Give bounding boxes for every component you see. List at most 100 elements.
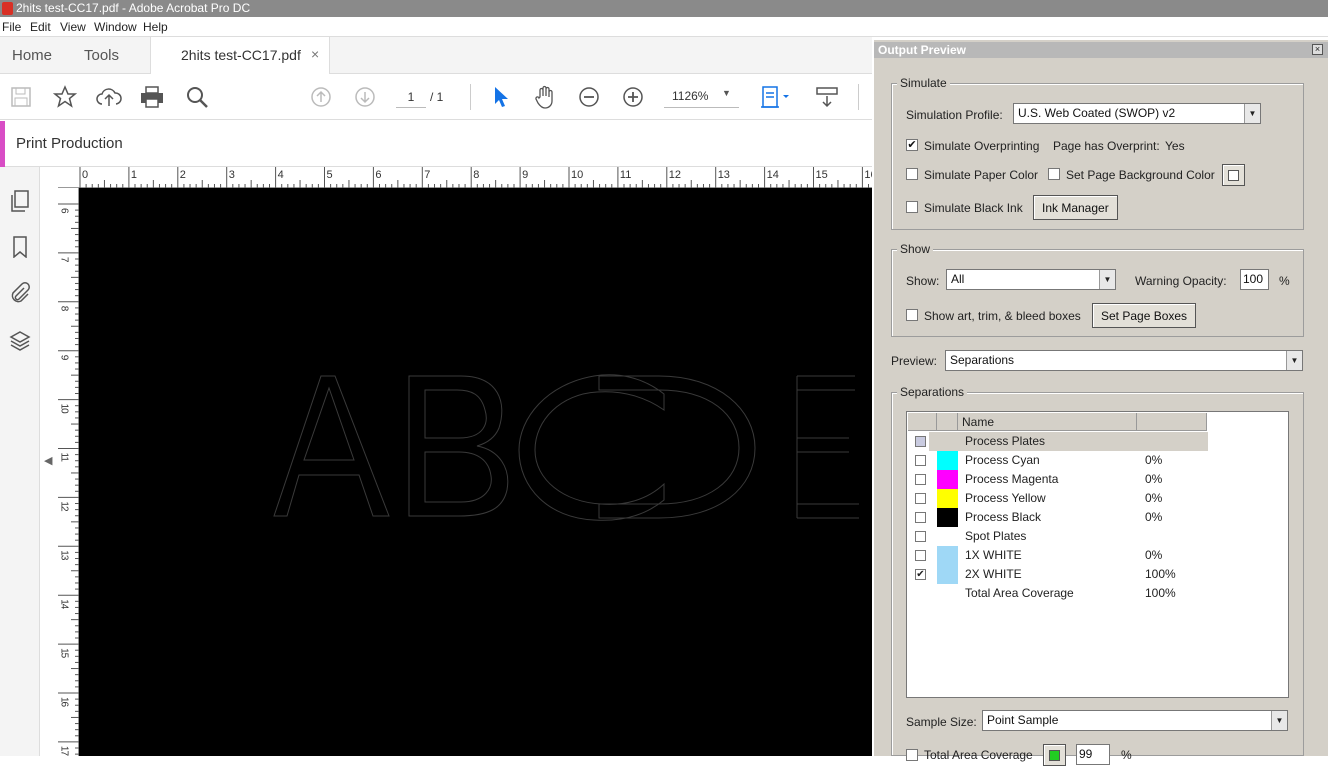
show-boxes-label: Show art, trim, & bleed boxes (924, 309, 1081, 323)
tab-home[interactable]: Home (12, 47, 52, 64)
menu-file[interactable]: File (2, 20, 21, 34)
ruler-label: 10 (571, 169, 583, 181)
collapse-panel-icon[interactable]: ◀ (44, 454, 52, 467)
save-icon[interactable] (6, 82, 36, 112)
separation-checkbox[interactable] (915, 455, 926, 466)
preview-select[interactable]: Separations ▼ (945, 350, 1303, 371)
document-canvas[interactable] (79, 188, 872, 756)
page-thumbnails-icon[interactable] (8, 189, 32, 213)
simulate-overprinting-checkbox[interactable]: ✔ (906, 139, 918, 151)
page-display-icon[interactable] (756, 82, 792, 112)
separation-row[interactable]: Process Black 0% (907, 508, 1288, 527)
menu-view[interactable]: View (60, 20, 86, 34)
bookmarks-icon[interactable] (8, 235, 32, 259)
hand-tool-icon[interactable] (530, 82, 560, 112)
close-dialog-icon[interactable]: × (1312, 44, 1323, 55)
next-page-icon[interactable] (350, 82, 380, 112)
bookmark-star-icon[interactable] (50, 82, 80, 112)
total-area-coverage-label: Total Area Coverage (924, 748, 1033, 762)
page-background-color-swatch[interactable] (1222, 164, 1245, 186)
simulate-black-ink-checkbox[interactable] (906, 201, 918, 213)
ink-manager-button[interactable]: Ink Manager (1033, 195, 1118, 220)
ruler-label: 16 (59, 697, 70, 708)
separation-row[interactable]: Process Yellow 0% (907, 489, 1288, 508)
tab-document[interactable]: 2hits test-CC17.pdf × (150, 37, 330, 74)
attachments-icon[interactable] (8, 281, 32, 305)
scroll-mode-icon[interactable] (812, 82, 842, 112)
separation-checkbox[interactable] (915, 550, 926, 561)
document-tab-label: 2hits test-CC17.pdf (181, 47, 301, 63)
separation-row[interactable]: Process Cyan 0% (907, 451, 1288, 470)
ruler-label: 7 (59, 257, 70, 263)
page-number-input[interactable] (396, 86, 426, 108)
zoom-in-icon[interactable] (618, 82, 648, 112)
separation-checkbox[interactable] (915, 436, 926, 447)
separation-row[interactable]: Process Magenta 0% (907, 470, 1288, 489)
menu-window[interactable]: Window (94, 20, 137, 34)
separation-checkbox[interactable] (915, 531, 926, 542)
table-header-name[interactable]: Name (958, 413, 1137, 431)
acrobat-app-icon (2, 2, 13, 15)
sample-size-select[interactable]: Point Sample ▼ (982, 710, 1288, 731)
set-page-background-label: Set Page Background Color (1066, 168, 1215, 182)
ruler-label: 6 (375, 169, 381, 181)
separation-name: 2X WHITE (965, 567, 1022, 581)
separation-checkbox[interactable]: ✔ (915, 569, 926, 580)
layers-icon[interactable] (8, 329, 32, 353)
coverage-percent-input[interactable]: 99 (1076, 744, 1110, 765)
set-page-boxes-button[interactable]: Set Page Boxes (1092, 303, 1197, 328)
separation-row[interactable]: Total Area Coverage 100% (907, 584, 1288, 603)
window-title: 2hits test-CC17.pdf - Adobe Acrobat Pro … (16, 1, 251, 15)
ruler-label: 1 (131, 169, 137, 181)
chevron-down-icon: ▼ (1286, 351, 1302, 370)
tab-tools[interactable]: Tools (84, 47, 119, 64)
menu-edit[interactable]: Edit (30, 20, 51, 34)
separation-row[interactable]: Spot Plates (907, 527, 1288, 546)
ruler-label: 17 (59, 746, 70, 756)
separation-checkbox[interactable] (915, 512, 926, 523)
separation-row[interactable]: 1X WHITE 0% (907, 546, 1288, 565)
warning-opacity-input[interactable]: 100 (1240, 269, 1269, 290)
preview-label: Preview: (891, 354, 938, 368)
table-header-swatch (937, 413, 958, 431)
show-boxes-checkbox[interactable] (906, 309, 918, 321)
total-area-coverage-checkbox[interactable] (906, 749, 918, 761)
simulation-profile-select[interactable]: U.S. Web Coated (SWOP) v2 ▼ (1013, 103, 1261, 124)
left-navigation-rail (0, 167, 40, 756)
table-header-percent[interactable] (1137, 413, 1207, 431)
separation-checkbox[interactable] (915, 474, 926, 485)
cloud-upload-icon[interactable] (94, 82, 124, 112)
show-legend: Show (897, 242, 934, 256)
ruler-label: 5 (327, 169, 333, 181)
separation-checkbox[interactable] (915, 493, 926, 504)
menu-help[interactable]: Help (143, 20, 168, 34)
ink-color-swatch (937, 546, 958, 565)
zoom-out-icon[interactable] (574, 82, 604, 112)
preview-value: Separations (950, 353, 1015, 367)
coverage-color-swatch[interactable] (1043, 744, 1066, 766)
ink-color-swatch (937, 451, 958, 470)
show-label: Show: (906, 274, 940, 288)
separation-row[interactable]: ✔ 2X WHITE 100% (907, 565, 1288, 584)
separation-percent: 100% (1145, 586, 1176, 600)
close-tab-icon[interactable]: × (311, 46, 319, 62)
zoom-search-icon[interactable] (182, 82, 212, 112)
tool-panel-header: Print Production (0, 121, 872, 167)
print-icon[interactable] (137, 82, 167, 112)
select-cursor-icon[interactable] (486, 82, 516, 112)
set-page-background-checkbox[interactable] (1048, 168, 1060, 180)
zoom-level-dropdown[interactable]: 1126% ▼ (664, 86, 739, 108)
chevron-down-icon: ▼ (1099, 270, 1115, 289)
simulate-paper-color-checkbox[interactable] (906, 168, 918, 180)
menu-bar: File Edit View Window Help (0, 17, 1328, 37)
separation-name: Process Magenta (965, 472, 1059, 486)
simulate-black-ink-label: Simulate Black Ink (924, 201, 1023, 215)
letter-d-outline (598, 375, 756, 519)
ink-color-swatch (937, 470, 958, 489)
dialog-title: Output Preview (878, 43, 967, 57)
ruler-label: 4 (278, 169, 284, 181)
ink-color-swatch (937, 489, 958, 508)
show-select[interactable]: All ▼ (946, 269, 1116, 290)
previous-page-icon[interactable] (306, 82, 336, 112)
separation-row[interactable]: Process Plates (907, 432, 1288, 451)
